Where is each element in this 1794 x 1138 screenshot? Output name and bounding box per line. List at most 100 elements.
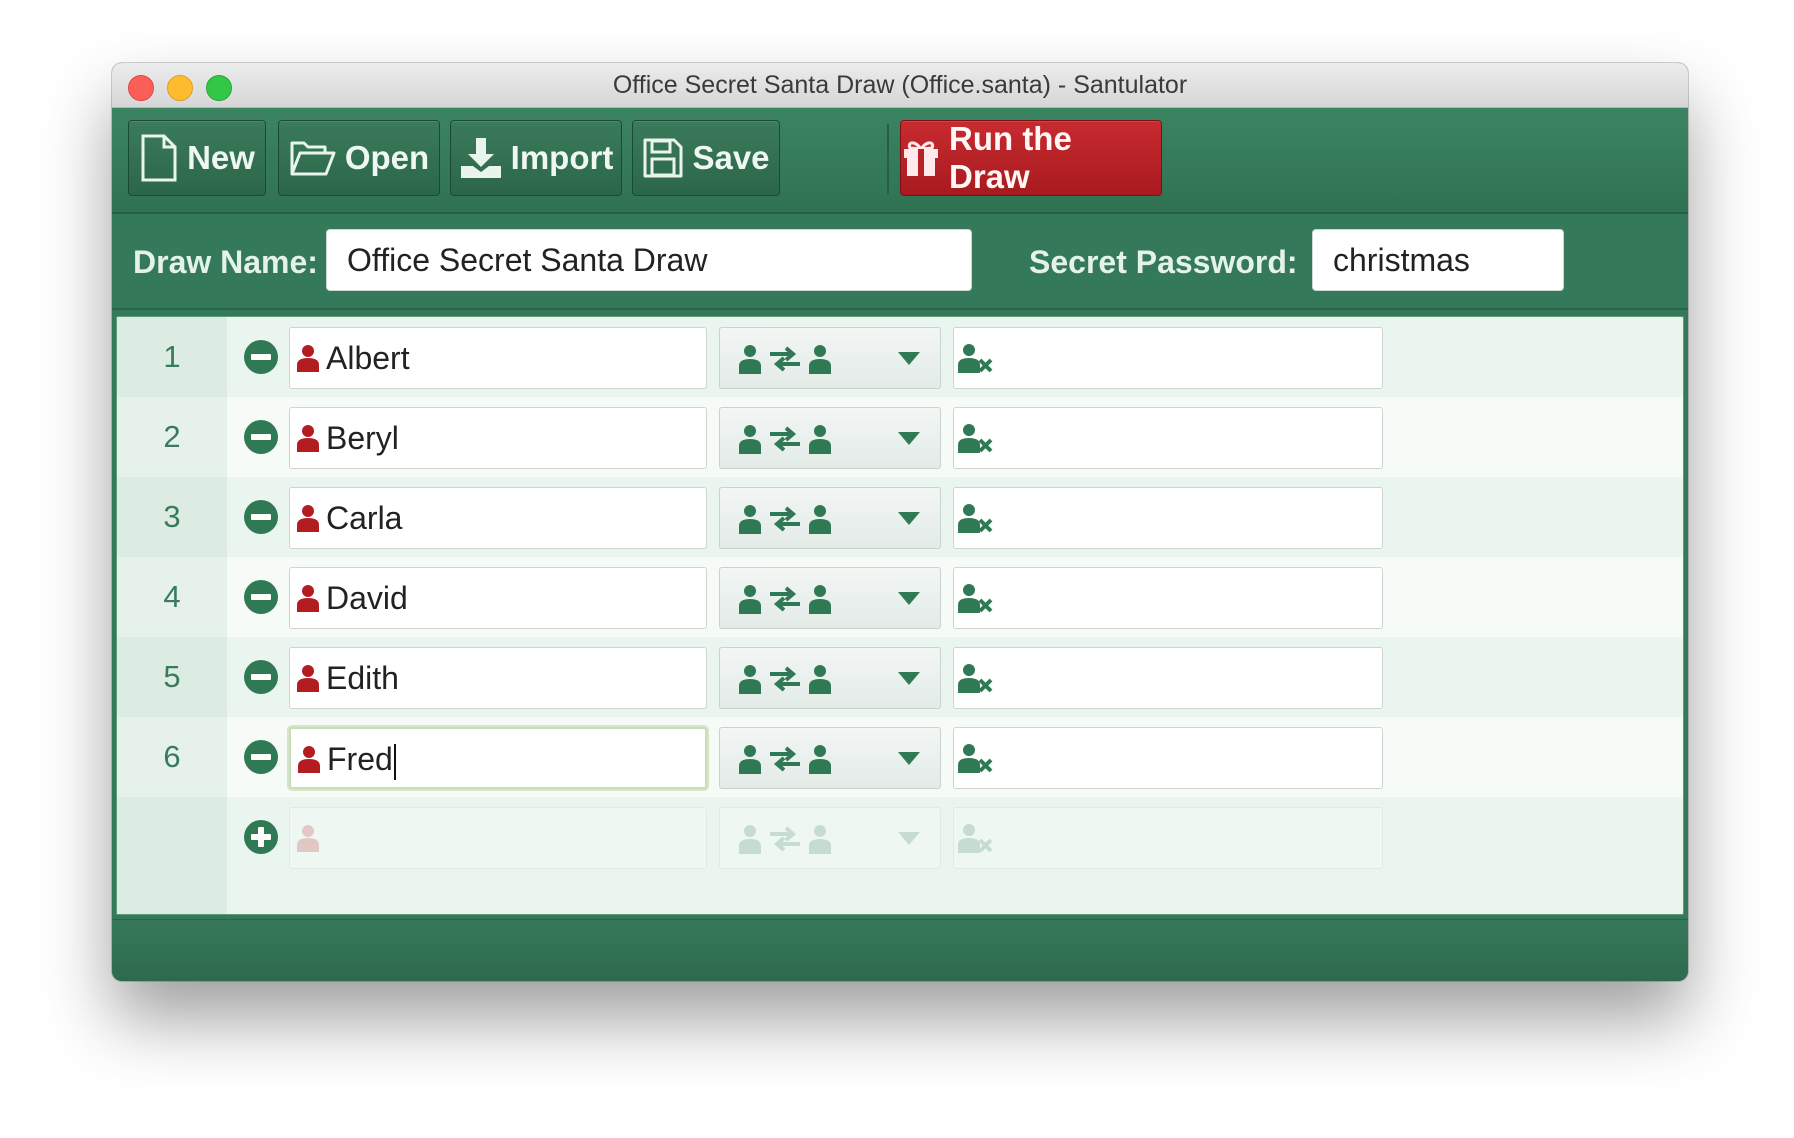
person-icon	[297, 665, 319, 692]
person-icon	[297, 425, 319, 452]
person-excluded-icon	[958, 424, 993, 453]
exclusions-input[interactable]	[953, 487, 1383, 549]
participant-name-text: David	[326, 580, 408, 616]
status-bar	[112, 919, 1688, 981]
exclusions-input[interactable]	[953, 407, 1383, 469]
person-excluded-icon	[958, 744, 993, 773]
save-button-label: Save	[692, 139, 770, 176]
open-button-label: Open	[344, 139, 430, 176]
relationship-select[interactable]	[719, 567, 941, 629]
participant-name-text: Fred	[327, 729, 396, 789]
dropdown-arrow-icon	[898, 672, 920, 685]
participant-row: 3 Carla	[117, 477, 1683, 557]
person-exchange-person-icon	[739, 585, 831, 614]
exclusions-input[interactable]	[953, 327, 1383, 389]
participant-row: 4 David	[117, 557, 1683, 637]
remove-participant-icon[interactable]	[243, 499, 279, 535]
title-bar: Office Secret Santa Draw (Office.santa) …	[112, 63, 1688, 108]
person-exchange-person-icon	[739, 745, 831, 774]
row-number: 5	[163, 659, 181, 694]
folder-open-icon	[290, 141, 336, 176]
participant-name-input[interactable]: David	[289, 567, 707, 629]
new-button-label: New	[187, 139, 255, 176]
toolbar-separator	[887, 124, 889, 194]
new-relationship-select[interactable]	[719, 807, 941, 869]
dropdown-arrow-icon	[898, 432, 920, 445]
new-file-icon	[141, 134, 177, 182]
row-number: 6	[117, 717, 227, 797]
run-the-draw-label: Run the Draw	[949, 120, 1072, 195]
exclusions-input[interactable]	[953, 647, 1383, 709]
row-number: 1	[163, 339, 181, 374]
app-window: Office Secret Santa Draw (Office.santa) …	[112, 63, 1688, 981]
save-button[interactable]: Save	[632, 120, 780, 196]
draw-name-label: Draw Name:	[133, 244, 318, 280]
new-participant-name-input[interactable]	[289, 807, 707, 869]
run-the-draw-button[interactable]: Run the Draw	[900, 120, 1162, 196]
relationship-select[interactable]	[719, 727, 941, 789]
participant-name-text: Albert	[326, 340, 410, 376]
window-title: Office Secret Santa Draw (Office.santa) …	[612, 71, 1188, 99]
person-exchange-person-icon	[739, 825, 831, 854]
remove-participant-icon[interactable]	[243, 659, 279, 695]
remove-participant-icon[interactable]	[243, 579, 279, 615]
save-disk-icon	[643, 138, 683, 178]
person-icon	[297, 345, 319, 372]
participant-name-input[interactable]: Carla	[289, 487, 707, 549]
participant-row: 5 Edith	[117, 637, 1683, 717]
person-excluded-icon	[958, 664, 993, 693]
participants-table: 1 Albert 2 Beryl 3 Carla 4 David 5 Edith…	[116, 316, 1684, 915]
new-button[interactable]: New	[128, 120, 266, 196]
relationship-select[interactable]	[719, 487, 941, 549]
person-icon	[297, 585, 319, 612]
participant-name-text: Carla	[326, 500, 403, 536]
person-excluded-icon	[958, 344, 993, 373]
new-exclusions-input[interactable]	[953, 807, 1383, 869]
person-exchange-person-icon	[739, 345, 831, 374]
draw-settings-bar: Draw Name: Office Secret Santa Draw Secr…	[112, 214, 1688, 310]
open-button[interactable]: Open	[278, 120, 440, 196]
person-exchange-person-icon	[739, 425, 831, 454]
dropdown-arrow-icon	[898, 352, 920, 365]
secret-password-label: Secret Password:	[1029, 244, 1298, 280]
dropdown-arrow-icon	[898, 592, 920, 605]
relationship-select[interactable]	[719, 647, 941, 709]
participant-name-text: Beryl	[326, 420, 399, 456]
participant-name-text: Edith	[326, 660, 399, 696]
secret-password-input[interactable]: christmas	[1312, 229, 1564, 291]
person-excluded-icon	[958, 584, 993, 613]
dropdown-arrow-icon	[898, 752, 920, 765]
text-caret	[393, 743, 396, 780]
new-participant-row	[117, 797, 1683, 877]
participant-row: 6 Fred	[117, 717, 1683, 797]
import-button-label: Import	[510, 139, 614, 176]
row-number: 4	[117, 557, 227, 637]
draw-name-input[interactable]: Office Secret Santa Draw	[326, 229, 972, 291]
gift-icon	[904, 141, 938, 176]
person-icon	[297, 505, 319, 532]
participant-name-input[interactable]: Fred	[289, 727, 707, 789]
dropdown-arrow-icon	[898, 512, 920, 525]
remove-participant-icon[interactable]	[243, 339, 279, 375]
person-excluded-icon	[958, 504, 993, 533]
relationship-select[interactable]	[719, 327, 941, 389]
exclusions-input[interactable]	[953, 567, 1383, 629]
import-button[interactable]: Import	[450, 120, 622, 196]
participant-row: 2 Beryl	[117, 397, 1683, 477]
person-icon	[298, 746, 320, 773]
add-participant-icon[interactable]	[243, 819, 279, 855]
relationship-select[interactable]	[719, 407, 941, 469]
remove-participant-icon[interactable]	[243, 739, 279, 775]
person-exchange-person-icon	[739, 505, 831, 534]
exclusions-input[interactable]	[953, 727, 1383, 789]
row-number-empty	[117, 797, 227, 877]
toolbar: New Open Import Save Run the Draw	[112, 108, 1688, 214]
person-excluded-icon	[958, 824, 993, 853]
row-number: 3	[163, 499, 181, 534]
participant-name-input[interactable]: Beryl	[289, 407, 707, 469]
person-icon	[297, 825, 319, 852]
remove-participant-icon[interactable]	[243, 419, 279, 455]
participant-name-value: Fred	[327, 741, 393, 777]
participant-name-input[interactable]: Albert	[289, 327, 707, 389]
participant-name-input[interactable]: Edith	[289, 647, 707, 709]
